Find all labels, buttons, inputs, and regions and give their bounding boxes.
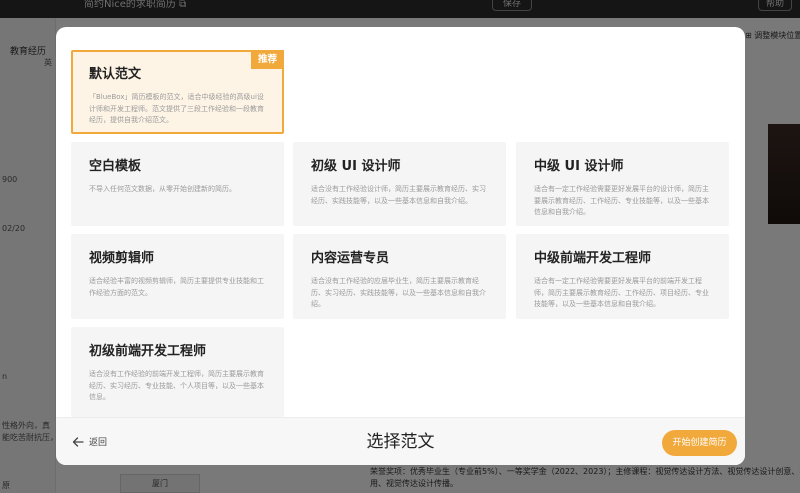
template-title: 初级前端开发工程师 xyxy=(89,344,207,359)
template-desc: 适合有一定工作经验需要更好发展平台的设计师，简历主要展示教育经历、工作经历、专业… xyxy=(534,185,709,216)
template-desc: 适合经验丰富的视频剪辑师，简历主要提供专业技能和工作经验方面的范文。 xyxy=(89,277,264,297)
template-card-content-ops[interactable]: 内容运营专员 适合没有工作经验的应届毕业生，简历主要展示教育经历、实习经历、实践… xyxy=(293,234,506,319)
template-title: 初级 UI 设计师 xyxy=(311,159,401,174)
template-title: 空白模板 xyxy=(89,159,142,174)
template-desc: 适合没有工作经验的应届毕业生，简历主要展示教育经历、实习经历、实践技能等，以及一… xyxy=(311,277,486,308)
template-card-junior-frontend[interactable]: 初级前端开发工程师 适合没有工作经验的前端开发工程师，简历主要展示教育经历、实习… xyxy=(71,327,284,417)
template-desc: 不导入任何范文数据，从零开始创建新的简历。 xyxy=(89,185,236,193)
template-card-junior-ui[interactable]: 初级 UI 设计师 适合没有工作经验设计师，简历主要展示教育经历、实习经历、实践… xyxy=(293,142,506,226)
template-title: 内容运营专员 xyxy=(311,251,390,266)
template-card-blank[interactable]: 空白模板 不导入任何范文数据，从零开始创建新的简历。 xyxy=(71,142,284,226)
recommended-badge: 推荐 xyxy=(251,50,284,69)
template-card-default[interactable]: 默认范文 「BlueBox」简历模板的范文，适合中级经验的高级ui设计师和开发工… xyxy=(71,50,284,134)
modal-title: 选择范文 xyxy=(366,432,435,452)
modal-footer: 返回 选择范文 开始创建简历 xyxy=(56,417,745,465)
template-desc: 「BlueBox」简历模板的范文，适合中级经验的高级ui设计师和开发工程师。范文… xyxy=(89,93,264,124)
template-desc: 适合没有工作经验的前端开发工程师，简历主要展示教育经历、实习经历、专业技能、个人… xyxy=(89,370,264,401)
template-card-mid-frontend[interactable]: 中级前端开发工程师 适合有一定工作经验需要更好发展平台的前端开发工程师，简历主要… xyxy=(516,234,729,319)
template-title: 视频剪辑师 xyxy=(89,251,155,266)
template-picker-modal: 默认范文 「BlueBox」简历模板的范文，适合中级经验的高级ui设计师和开发工… xyxy=(56,27,745,465)
template-card-video-editor[interactable]: 视频剪辑师 适合经验丰富的视频剪辑师，简历主要提供专业技能和工作经验方面的范文。 xyxy=(71,234,284,319)
template-grid: 默认范文 「BlueBox」简历模板的范文，适合中级经验的高级ui设计师和开发工… xyxy=(56,27,745,417)
template-title: 中级 UI 设计师 xyxy=(534,159,624,174)
start-create-resume-button[interactable]: 开始创建简历 xyxy=(662,430,737,456)
template-title: 中级前端开发工程师 xyxy=(534,251,652,266)
template-desc: 适合没有工作经验设计师，简历主要展示教育经历、实习经历、实践技能等，以及一些基本… xyxy=(311,185,486,205)
template-card-mid-ui[interactable]: 中级 UI 设计师 适合有一定工作经验需要更好发展平台的设计师，简历主要展示教育… xyxy=(516,142,729,226)
template-title: 默认范文 xyxy=(89,67,142,82)
template-desc: 适合有一定工作经验需要更好发展平台的前端开发工程师，简历主要展示教育经历、工作经… xyxy=(534,277,709,308)
